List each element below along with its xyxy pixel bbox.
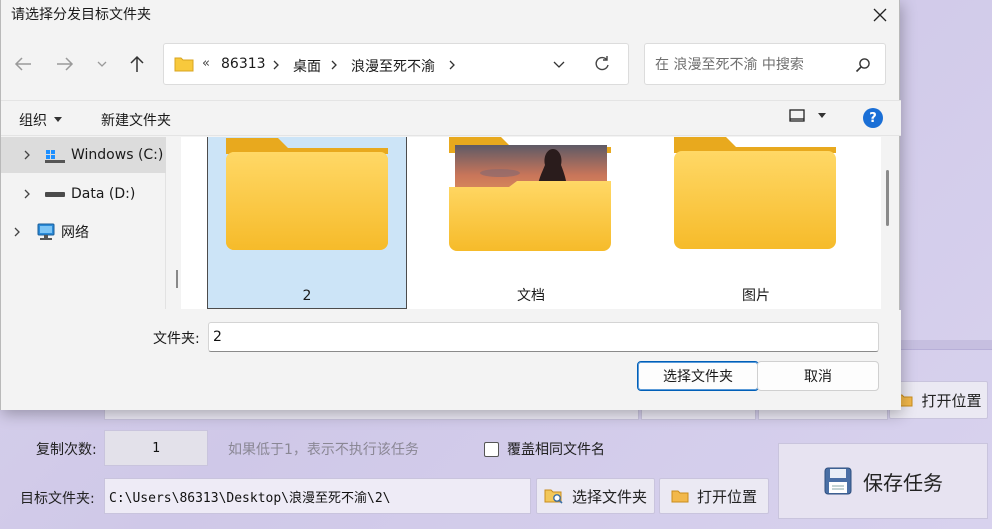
cancel-button[interactable]: 取消 bbox=[757, 361, 879, 391]
up-button[interactable] bbox=[125, 52, 149, 76]
caret-down-icon bbox=[818, 113, 826, 118]
sidebar-item-label: Data (D:) bbox=[71, 186, 136, 202]
breadcrumb-item-user[interactable]: 86313 bbox=[221, 56, 266, 72]
folder-icon bbox=[226, 138, 388, 250]
folder-item-2[interactable]: 2 bbox=[207, 137, 407, 309]
folder-item-pictures[interactable]: 图片 bbox=[656, 137, 856, 309]
content-scrollbar[interactable] bbox=[886, 170, 889, 226]
sidebar-item-label: 网络 bbox=[61, 225, 89, 241]
view-options-button[interactable] bbox=[789, 109, 827, 123]
cancel-label: 取消 bbox=[804, 369, 832, 385]
refresh-icon[interactable] bbox=[592, 54, 612, 74]
expand-chevron-icon[interactable] bbox=[21, 189, 33, 199]
arrow-right-icon bbox=[57, 57, 74, 71]
chevron-right-icon bbox=[273, 60, 279, 70]
close-icon bbox=[873, 8, 887, 22]
select-folder-confirm-label: 选择文件夹 bbox=[663, 369, 733, 385]
back-button[interactable] bbox=[11, 52, 35, 76]
address-dropdown-icon[interactable] bbox=[549, 54, 569, 74]
copy-count-input[interactable]: 1 bbox=[104, 430, 208, 466]
breadcrumb-item-desktop[interactable]: 桌面 bbox=[293, 56, 321, 76]
new-folder-button[interactable]: 新建文件夹 bbox=[101, 110, 171, 130]
view-pane-icon bbox=[789, 109, 805, 122]
folder-picker-dialog: 请选择分发目标文件夹 « 86313 桌面 浪漫至死不渝 组织 bbox=[0, 0, 901, 410]
folder-name: 图片 bbox=[742, 288, 770, 304]
search-icon bbox=[855, 58, 870, 73]
navigation-pane: Windows (C:) Data (D:) 网络 bbox=[1, 137, 166, 309]
organize-menu[interactable]: 组织 bbox=[19, 110, 63, 130]
close-button[interactable] bbox=[867, 3, 893, 27]
select-folder-confirm-button[interactable]: 选择文件夹 bbox=[637, 361, 759, 391]
dialog-title: 请选择分发目标文件夹 bbox=[11, 7, 151, 23]
breadcrumb-item-current[interactable]: 浪漫至死不渝 bbox=[351, 56, 435, 76]
sidebar-item-label: Windows (C:) bbox=[71, 147, 164, 163]
save-task-label: 保存任务 bbox=[863, 470, 943, 495]
folder-name-label: 文件夹: bbox=[153, 331, 200, 347]
open-location-button[interactable]: 打开位置 bbox=[659, 478, 769, 514]
open-location-label: 打开位置 bbox=[696, 487, 757, 506]
arrow-up-icon bbox=[130, 55, 144, 72]
expand-chevron-icon[interactable] bbox=[21, 150, 33, 160]
recent-locations-button[interactable] bbox=[90, 52, 114, 76]
sidebar-item-network[interactable]: 网络 bbox=[1, 214, 166, 250]
arrow-left-icon bbox=[14, 57, 31, 71]
folder-name-input[interactable] bbox=[208, 322, 879, 352]
chevron-right-icon bbox=[449, 60, 455, 70]
caret-down-icon bbox=[54, 117, 62, 122]
floppy-disk-icon bbox=[824, 467, 852, 495]
windows-drive-icon bbox=[45, 150, 65, 163]
folder-item-documents[interactable]: 文档 bbox=[431, 137, 631, 309]
select-folder-button[interactable]: 选择文件夹 bbox=[536, 478, 655, 514]
chevron-right-icon bbox=[331, 60, 337, 70]
sidebar-item-data-d[interactable]: Data (D:) bbox=[1, 176, 166, 212]
folder-with-photo-icon bbox=[449, 137, 611, 251]
dialog-footer: 文件夹: 选择文件夹 取消 bbox=[1, 310, 901, 410]
copy-count-value: 1 bbox=[152, 440, 160, 456]
network-icon bbox=[37, 223, 55, 240]
target-folder-label: 目标文件夹: bbox=[20, 491, 95, 507]
folder-name: 文档 bbox=[517, 288, 545, 304]
background-panel-strip bbox=[900, 340, 992, 350]
help-button[interactable]: ? bbox=[863, 108, 883, 128]
overwrite-checkbox-box[interactable] bbox=[484, 441, 499, 457]
folder-icon bbox=[674, 137, 836, 249]
expand-chevron-icon[interactable] bbox=[11, 227, 23, 237]
new-folder-label: 新建文件夹 bbox=[101, 113, 171, 129]
sidebar-item-windows-c[interactable]: Windows (C:) bbox=[1, 137, 166, 173]
address-bar[interactable]: « 86313 桌面 浪漫至死不渝 bbox=[163, 43, 629, 85]
target-folder-input[interactable]: C:\Users\86313\Desktop\浪漫至死不渝\2\ bbox=[104, 478, 531, 514]
copy-count-hint: 如果低于1，表示不执行该任务 bbox=[228, 442, 419, 458]
folder-open-icon bbox=[671, 490, 689, 503]
breadcrumb-overflow[interactable]: « bbox=[202, 56, 210, 71]
command-bar: 组织 新建文件夹 ? bbox=[1, 100, 901, 136]
copy-count-label: 复制次数: bbox=[36, 442, 97, 458]
help-icon: ? bbox=[869, 110, 877, 126]
folder-icon bbox=[174, 57, 194, 72]
overwrite-label: 覆盖相同文件名 bbox=[507, 442, 605, 458]
organize-label: 组织 bbox=[19, 113, 47, 129]
drive-icon bbox=[45, 192, 65, 197]
target-folder-value: C:\Users\86313\Desktop\浪漫至死不渝\2\ bbox=[109, 490, 391, 506]
chevron-down-icon bbox=[97, 61, 107, 67]
search-box[interactable] bbox=[644, 43, 886, 85]
sidebar-scrollbar[interactable] bbox=[176, 270, 178, 288]
folder-search-icon bbox=[544, 489, 563, 504]
save-task-button[interactable]: 保存任务 bbox=[778, 443, 988, 519]
search-input[interactable] bbox=[655, 54, 850, 76]
folder-name: 2 bbox=[302, 288, 312, 304]
open-location-button-top[interactable]: 打开位置 bbox=[889, 381, 988, 419]
open-location-label-top: 打开位置 bbox=[921, 391, 982, 410]
forward-button[interactable] bbox=[53, 52, 77, 76]
select-folder-label: 选择文件夹 bbox=[571, 487, 647, 506]
folder-view: 2 文档 图片 bbox=[181, 137, 881, 309]
overwrite-checkbox[interactable]: 覆盖相同文件名 bbox=[484, 439, 605, 459]
